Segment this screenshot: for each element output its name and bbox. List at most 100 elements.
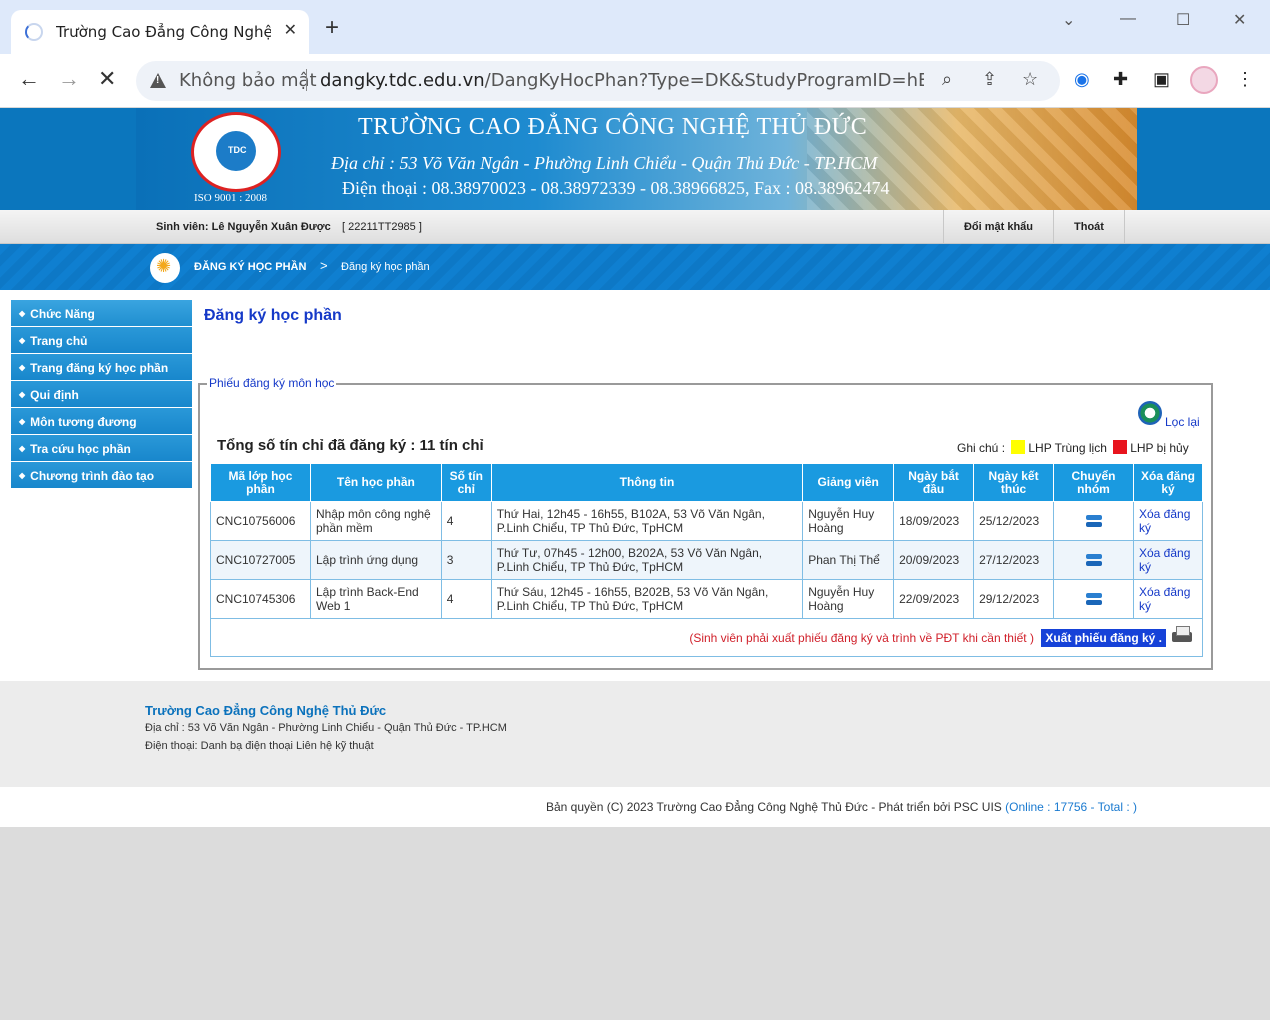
change-group-cell xyxy=(1053,501,1134,541)
bullet-icon: ◆ xyxy=(19,471,26,480)
sidebar-item-tra-cuu[interactable]: ◆ Tra cứu học phần xyxy=(11,435,192,462)
profile-avatar[interactable] xyxy=(1190,66,1218,94)
course-name: Lập trình ứng dụng xyxy=(309,540,442,580)
url-text[interactable]: dangky.tdc.edu.vn/DangKyHocPhan?Type=DK&… xyxy=(320,70,924,91)
student-bar: Sinh viên: Lê Nguyễn Xuân Được [ 22211TT… xyxy=(0,210,1270,244)
breadcrumb-main[interactable]: ĐĂNG KÝ HỌC PHẦN xyxy=(194,261,306,273)
banner-address: Địa chỉ : 53 Võ Văn Ngân - Phường Linh C… xyxy=(331,153,878,173)
sidebar-item-chuong-trinh[interactable]: ◆ Chương trình đào tạo xyxy=(11,462,192,489)
course-lecturer: Nguyễn Huy Hoàng xyxy=(802,579,895,619)
browser-tab[interactable]: Trường Cao Đẳng Công Nghệ Thủ Đức ✕ xyxy=(11,10,309,54)
sidebar-item-label: Môn tương đương xyxy=(30,415,137,429)
menu-kebab-icon[interactable]: ⋮ xyxy=(1236,69,1254,90)
logout-link[interactable]: Thoát xyxy=(1053,210,1125,244)
bullet-icon: ◆ xyxy=(19,336,26,345)
delete-registration-link[interactable]: Xóa đăng ký xyxy=(1139,507,1190,535)
loading-spinner-icon xyxy=(25,23,43,41)
sidebar-item-label: Chức Năng xyxy=(30,307,95,321)
close-window-icon[interactable]: ✕ xyxy=(1233,10,1246,30)
sidebar-item-label: Qui định xyxy=(30,388,79,402)
course-lecturer: Phan Thị Thể xyxy=(802,540,895,580)
url-domain: dangky.tdc.edu.vn xyxy=(320,70,485,91)
course-code: CNC10727005 xyxy=(210,540,311,580)
export-button[interactable]: Xuất phiếu đăng ký . xyxy=(1041,628,1166,647)
registration-table: Mã lớp học phần Tên học phần Số tín chỉ … xyxy=(210,463,1204,657)
table-row: CNC10727005 Lập trình ứng dụng 3 Thứ Tư,… xyxy=(210,540,1204,580)
reload-link[interactable]: Lọc lại xyxy=(1165,415,1200,429)
sidebar-item-mon-tuong-duong[interactable]: ◆ Môn tương đương xyxy=(11,408,192,435)
bullet-icon: ◆ xyxy=(19,390,26,399)
change-group-cell xyxy=(1053,540,1134,580)
course-info: Thứ Tư, 07h45 - 12h00, B202A, 53 Võ Văn … xyxy=(490,540,804,580)
bullet-icon: ◆ xyxy=(19,417,26,426)
col-header: Số tín chỉ xyxy=(440,463,492,502)
change-group-icon[interactable] xyxy=(1084,511,1104,531)
total-credits: Tổng số tín chỉ đã đăng ký : 11 tín chỉ xyxy=(217,437,484,454)
main-content: ◆ Chức Năng ◆ Trang chủ ◆ Trang đăng ký học… xyxy=(0,290,1270,681)
note-conflict: LHP Trùng lịch xyxy=(1028,441,1107,455)
col-header: Ngày bắt đầu xyxy=(893,463,975,502)
new-tab-icon[interactable]: + xyxy=(325,16,339,40)
back-icon[interactable]: ← xyxy=(18,68,40,90)
change-group-cell xyxy=(1053,579,1134,619)
zoom-icon[interactable]: ⌕ xyxy=(942,69,952,90)
col-header: Tên học phần xyxy=(309,463,442,502)
minimize-icon[interactable]: — xyxy=(1120,10,1136,28)
sidebar-item-chuc-nang: ◆ Chức Năng xyxy=(11,300,192,327)
student-id: [ 22211TT2985 ] xyxy=(342,221,422,233)
sidebar-item-label: Tra cứu học phần xyxy=(30,442,131,456)
delete-registration-link[interactable]: Xóa đăng ký xyxy=(1139,585,1190,613)
sidebar-item-label: Trang chủ xyxy=(30,334,88,348)
course-info: Thứ Hai, 12h45 - 16h55, B102A, 53 Võ Văn… xyxy=(490,501,804,541)
col-header: Xóa đăng ký xyxy=(1132,463,1204,502)
close-tab-icon[interactable]: ✕ xyxy=(284,20,297,40)
table-row: CNC10745306 Lập trình Back-End Web 1 4 T… xyxy=(210,579,1204,619)
forward-icon[interactable]: → xyxy=(58,68,80,90)
sidebar-item-qui-dinh[interactable]: ◆ Qui định xyxy=(11,381,192,408)
table-footer-cell: (Sinh viên phải xuất phiếu đăng ký và tr… xyxy=(210,618,1203,657)
school-logo[interactable]: TDC xyxy=(191,112,281,192)
banner-phone: Điện thoại : 08.38970023 - 08.38972339 -… xyxy=(342,178,890,198)
translate-extension-icon[interactable]: ◉ xyxy=(1074,69,1090,90)
conflict-swatch xyxy=(1011,440,1026,454)
course-end: 25/12/2023 xyxy=(973,501,1055,541)
bookmark-star-icon[interactable]: ☆ xyxy=(1022,69,1038,90)
banner-title: TRƯỜNG CAO ĐẲNG CÔNG NGHỆ THỦ ĐỨC xyxy=(358,114,868,140)
logo-text: TDC xyxy=(228,145,247,155)
change-password-link[interactable]: Đổi mật khẩu xyxy=(943,210,1053,244)
url-path: /DangKyHocPhan?Type=DK&StudyProgramID=hE… xyxy=(484,70,924,91)
security-label[interactable]: Không bảo mật xyxy=(179,70,317,91)
site-footer: Trường Cao Đẳng Công Nghệ Thủ Đức Địa ch… xyxy=(0,681,1270,787)
stop-loading-icon[interactable]: ✕ xyxy=(98,68,116,90)
warning-icon[interactable] xyxy=(150,73,166,88)
change-group-icon[interactable] xyxy=(1084,589,1104,609)
registration-form: Phiếu đăng ký môn học Lọc lại Tổng số tí… xyxy=(198,376,1213,670)
course-name: Lập trình Back-End Web 1 xyxy=(309,579,442,619)
breadcrumb: ĐĂNG KÝ HỌC PHẦN > Đăng ký học phần xyxy=(0,244,1270,290)
printer-icon[interactable] xyxy=(1170,624,1194,644)
student-name: Sinh viên: Lê Nguyễn Xuân Được xyxy=(156,221,331,233)
breadcrumb-current: Đăng ký học phần xyxy=(341,261,430,273)
reload-icon[interactable] xyxy=(1138,401,1162,425)
change-group-icon[interactable] xyxy=(1084,550,1104,570)
sidebar: ◆ Chức Năng ◆ Trang chủ ◆ Trang đăng ký học… xyxy=(11,300,192,489)
legend-note: Ghi chú : LHP Trùng lịch LHP bị hủy xyxy=(957,440,1189,455)
bullet-icon: ◆ xyxy=(19,309,26,318)
online-counter: (Online : 17756 - Total : ) xyxy=(1005,800,1138,814)
col-header: Giảng viên xyxy=(802,463,895,502)
tab-search-icon[interactable]: ⌄ xyxy=(1062,10,1075,30)
address-bar[interactable]: Không bảo mật dangky.tdc.edu.vn/DangKyHo… xyxy=(136,61,1060,101)
course-start: 18/09/2023 xyxy=(893,501,975,541)
share-icon[interactable]: ⇪ xyxy=(982,69,997,90)
side-panel-icon[interactable]: ▣ xyxy=(1153,69,1170,90)
maximize-icon[interactable]: ☐ xyxy=(1176,10,1190,30)
divider xyxy=(306,69,307,91)
sidebar-item-trang-chu[interactable]: ◆ Trang chủ xyxy=(11,327,192,354)
page-title: Đăng ký học phần xyxy=(204,307,342,324)
flower-icon xyxy=(150,253,180,283)
sidebar-item-trang-dang-ky[interactable]: ◆ Trang đăng ký học phần xyxy=(11,354,192,381)
extensions-puzzle-icon[interactable]: ✚ xyxy=(1113,69,1128,90)
delete-cell: Xóa đăng ký xyxy=(1132,501,1204,541)
course-code: CNC10756006 xyxy=(210,501,311,541)
delete-registration-link[interactable]: Xóa đăng ký xyxy=(1139,546,1190,574)
